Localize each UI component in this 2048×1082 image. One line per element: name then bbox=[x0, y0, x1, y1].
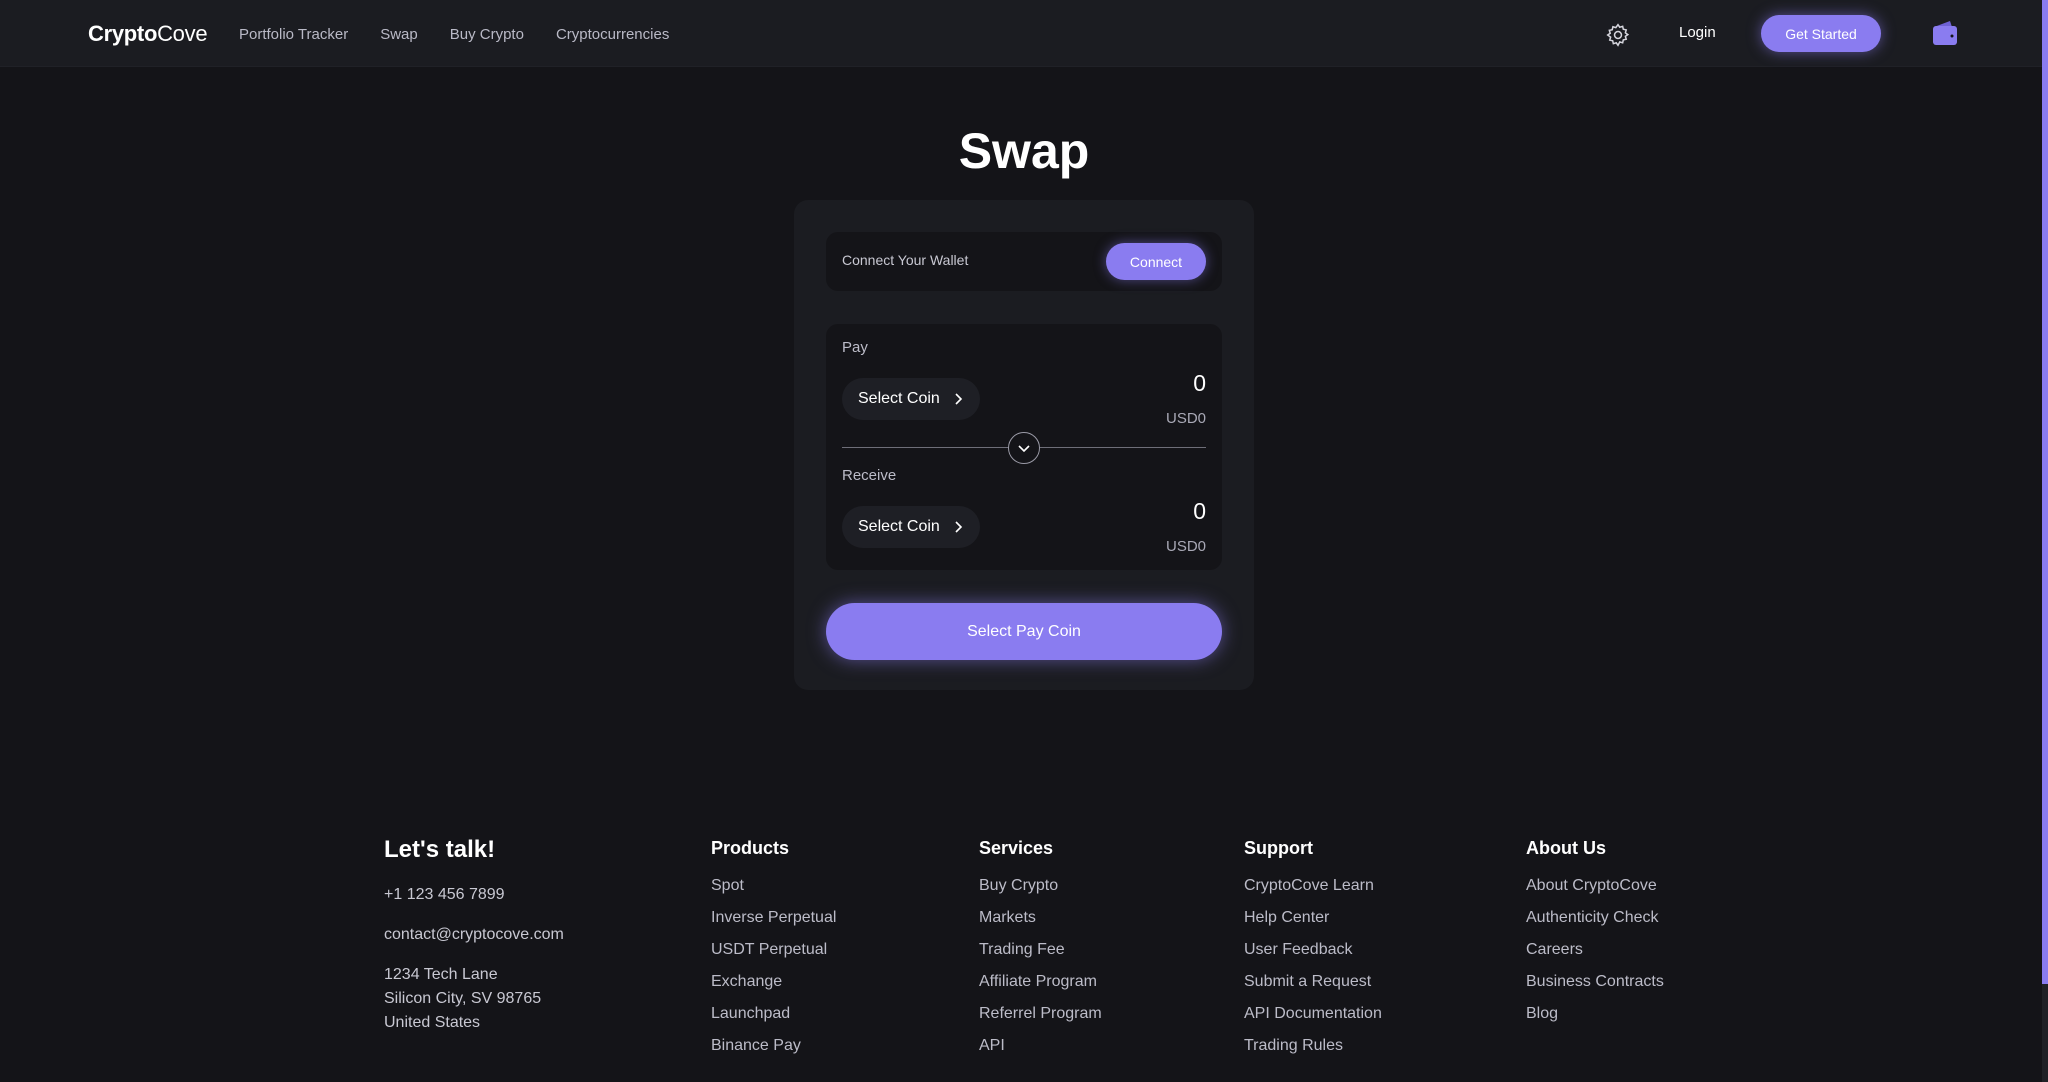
wallet-icon[interactable] bbox=[1930, 18, 1960, 48]
login-link[interactable]: Login bbox=[1679, 24, 1716, 41]
footer-link[interactable]: Careers bbox=[1526, 941, 1664, 973]
receive-amount[interactable]: 0 bbox=[1193, 498, 1206, 525]
footer-address-line2: Silicon City, SV 98765 bbox=[384, 990, 542, 1007]
footer-column-title: Services bbox=[979, 838, 1054, 858]
footer-link[interactable]: About CryptoCove bbox=[1526, 877, 1664, 909]
footer-link[interactable]: Authenticity Check bbox=[1526, 909, 1664, 941]
footer-address-line1: 1234 Tech Lane bbox=[384, 966, 498, 983]
footer-phone[interactable]: +1 123 456 7899 bbox=[384, 886, 505, 904]
trade-box: Pay Select Coin 0 USD0 Receive Select Co… bbox=[826, 324, 1222, 570]
footer-link[interactable]: Submit a Request bbox=[1244, 973, 1382, 1005]
gear-icon[interactable] bbox=[1605, 22, 1631, 48]
footer-column-title: About Us bbox=[1526, 838, 1606, 858]
pay-amount[interactable]: 0 bbox=[1193, 370, 1206, 397]
footer-column-title: Products bbox=[711, 838, 790, 858]
connect-button[interactable]: Connect bbox=[1106, 243, 1206, 280]
footer-link[interactable]: API bbox=[979, 1037, 1102, 1069]
footer-link[interactable]: Exchange bbox=[711, 973, 836, 1005]
nav-portfolio-tracker[interactable]: Portfolio Tracker bbox=[239, 26, 348, 43]
footer-address-line3: United States bbox=[384, 1014, 481, 1031]
logo[interactable]: CryptoCove bbox=[88, 21, 208, 47]
page-title: Swap bbox=[958, 123, 1090, 179]
footer-link[interactable]: Referrel Program bbox=[979, 1005, 1102, 1037]
footer-column-title: Support bbox=[1244, 838, 1313, 858]
footer-column-services: Services Buy Crypto Markets Trading Fee … bbox=[979, 838, 1102, 1069]
receive-select-coin-label: Select Coin bbox=[858, 518, 940, 535]
footer-link[interactable]: Binance Pay bbox=[711, 1037, 836, 1069]
connect-wallet-box: Connect Your Wallet Connect bbox=[826, 232, 1222, 291]
nav-swap[interactable]: Swap bbox=[380, 26, 418, 43]
swap-card: Connect Your Wallet Connect Pay Select C… bbox=[794, 200, 1254, 690]
footer-contact: Let's talk! +1 123 456 7899 contact@cryp… bbox=[384, 836, 564, 1031]
footer-column-products: Products Spot Inverse Perpetual USDT Per… bbox=[711, 838, 836, 1069]
pay-select-coin-label: Select Coin bbox=[858, 390, 940, 407]
swap-direction-button[interactable] bbox=[1008, 432, 1040, 464]
footer-link[interactable]: Buy Crypto bbox=[979, 877, 1102, 909]
footer-link[interactable]: Spot bbox=[711, 877, 836, 909]
footer-link[interactable]: Business Contracts bbox=[1526, 973, 1664, 1005]
footer-link[interactable]: USDT Perpetual bbox=[711, 941, 836, 973]
receive-label: Receive bbox=[842, 467, 897, 484]
footer-link[interactable]: Affiliate Program bbox=[979, 973, 1102, 1005]
chevron-down-icon bbox=[1018, 445, 1030, 453]
top-navigation-bar: CryptoCove Portfolio Tracker Swap Buy Cr… bbox=[0, 0, 2042, 67]
pay-label: Pay bbox=[842, 339, 868, 356]
select-pay-coin-button[interactable]: Select Pay Coin bbox=[826, 603, 1222, 660]
footer-talk-title: Let's talk! bbox=[384, 836, 496, 863]
footer-link[interactable]: Blog bbox=[1526, 1005, 1664, 1037]
chevron-right-icon bbox=[955, 393, 962, 405]
footer-link[interactable]: Trading Rules bbox=[1244, 1037, 1382, 1069]
footer-link[interactable]: Inverse Perpetual bbox=[711, 909, 836, 941]
footer-link[interactable]: Markets bbox=[979, 909, 1102, 941]
footer-column-about-us: About Us About CryptoCove Authenticity C… bbox=[1526, 838, 1664, 1037]
chevron-right-icon bbox=[955, 521, 962, 533]
main-nav: Portfolio Tracker Swap Buy Crypto Crypto… bbox=[239, 26, 669, 43]
footer-link[interactable]: Launchpad bbox=[711, 1005, 836, 1037]
footer-link[interactable]: API Documentation bbox=[1244, 1005, 1382, 1037]
footer-link[interactable]: User Feedback bbox=[1244, 941, 1382, 973]
footer-column-support: Support CryptoCove Learn Help Center Use… bbox=[1244, 838, 1382, 1069]
receive-select-coin-button[interactable]: Select Coin bbox=[842, 506, 980, 548]
connect-wallet-label: Connect Your Wallet bbox=[842, 252, 969, 268]
footer-link[interactable]: CryptoCove Learn bbox=[1244, 877, 1382, 909]
footer-link[interactable]: Trading Fee bbox=[979, 941, 1102, 973]
pay-usd-value: USD0 bbox=[1165, 410, 1206, 427]
nav-cryptocurrencies[interactable]: Cryptocurrencies bbox=[556, 26, 669, 43]
nav-buy-crypto[interactable]: Buy Crypto bbox=[450, 26, 524, 43]
footer-email[interactable]: contact@cryptocove.com bbox=[384, 926, 564, 944]
pay-select-coin-button[interactable]: Select Coin bbox=[842, 378, 980, 420]
receive-usd-value: USD0 bbox=[1165, 538, 1206, 555]
footer-link[interactable]: Help Center bbox=[1244, 909, 1382, 941]
get-started-button[interactable]: Get Started bbox=[1761, 15, 1881, 52]
